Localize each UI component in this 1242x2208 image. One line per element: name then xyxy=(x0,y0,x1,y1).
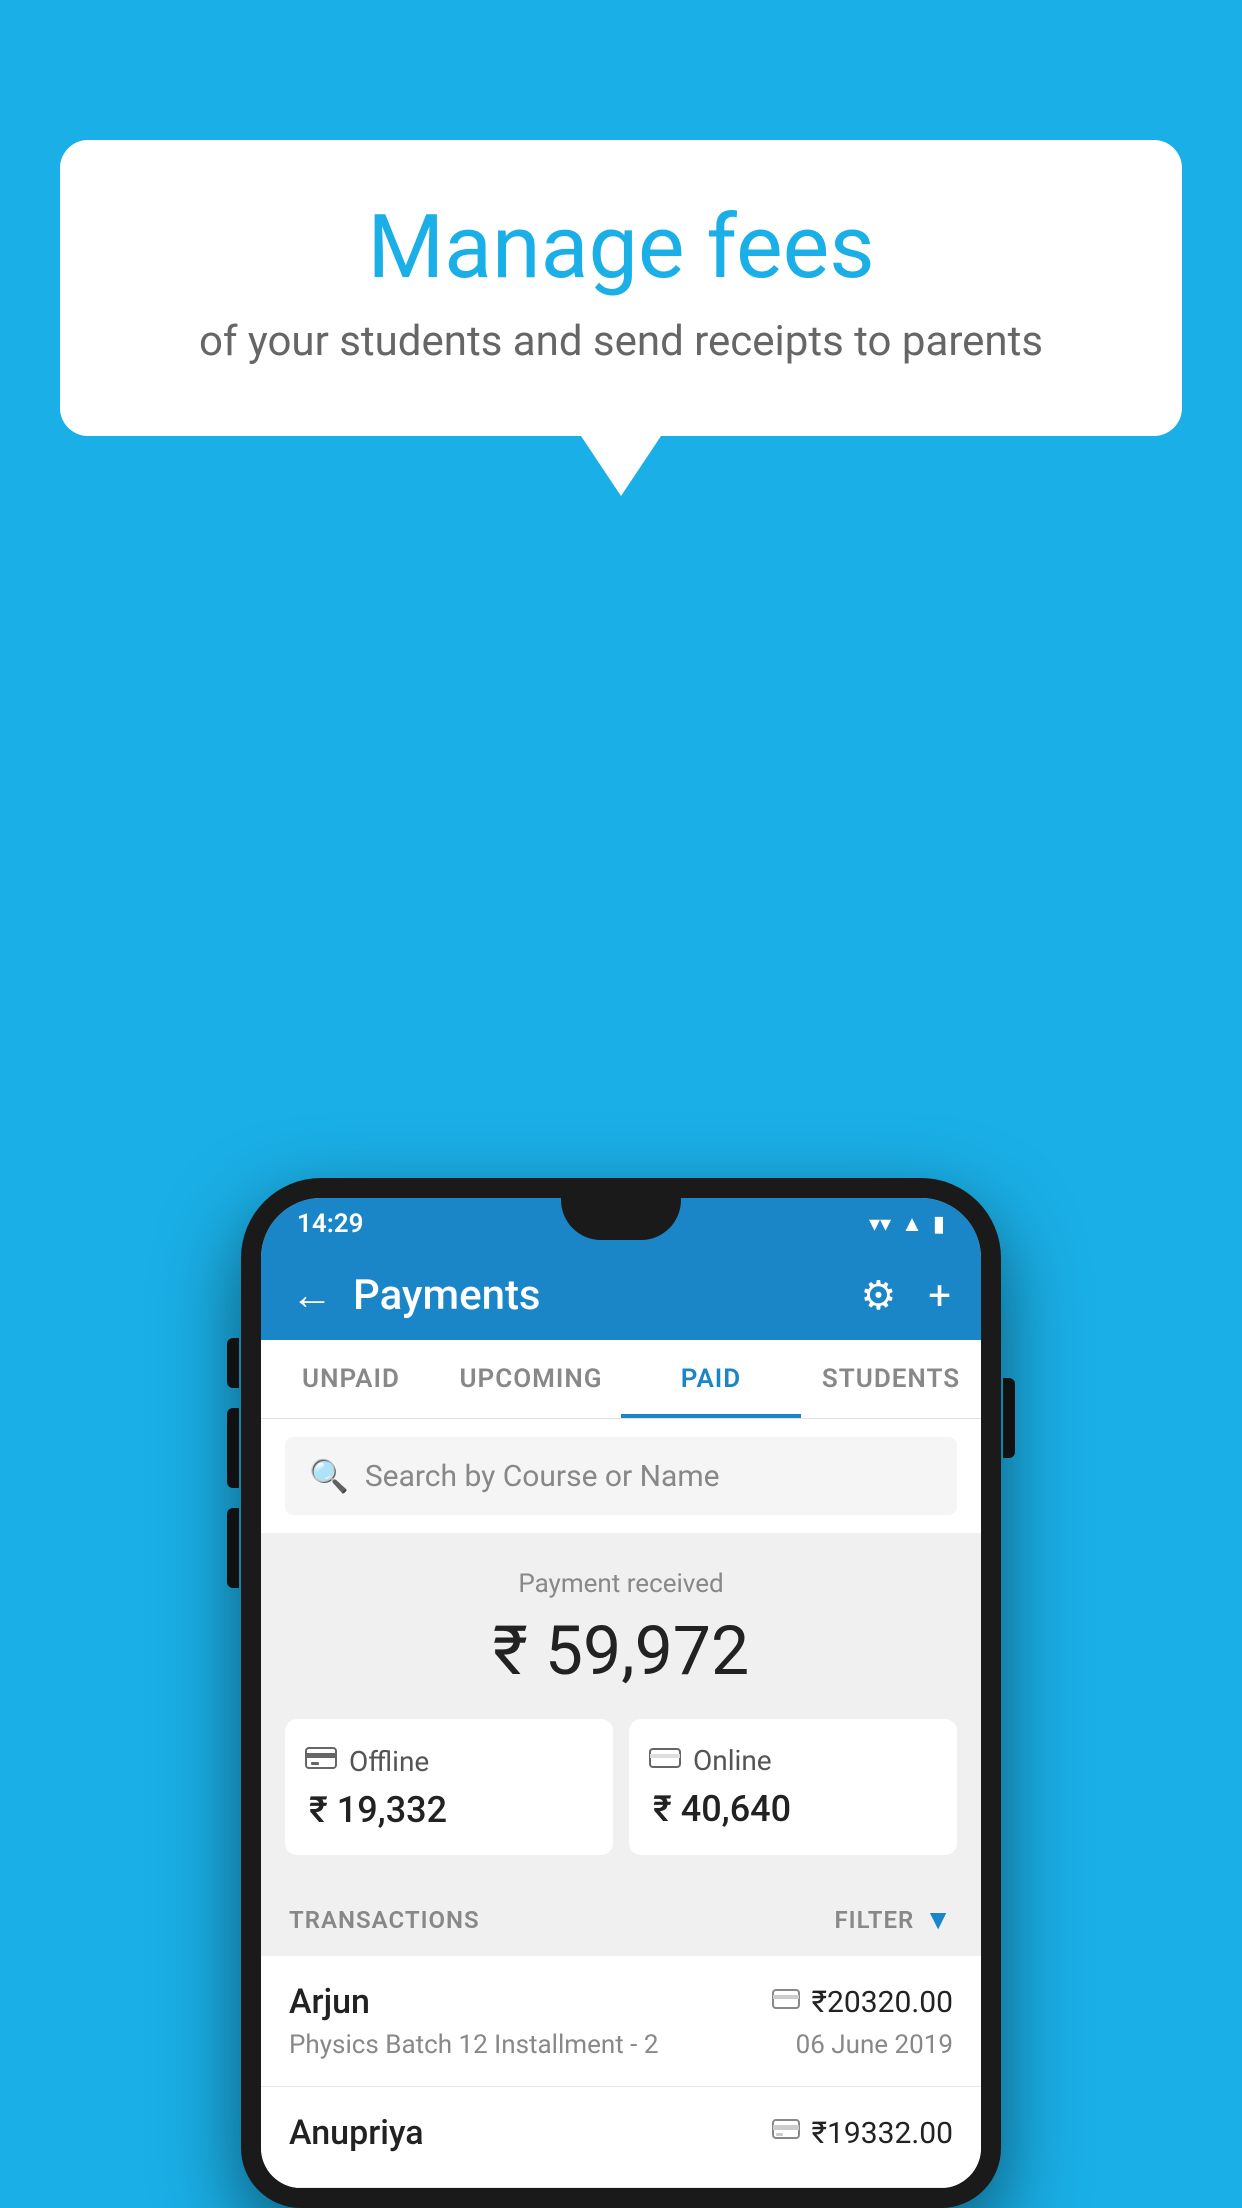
filter-icon: ▼ xyxy=(924,1903,953,1936)
status-time: 14:29 xyxy=(297,1209,364,1239)
phone-outer: 14:29 ▾▾ ▲ ▮ ← Payments ⚙ + xyxy=(241,1178,1001,2208)
signal-icon: ▲ xyxy=(901,1211,923,1237)
settings-icon[interactable]: ⚙ xyxy=(860,1272,896,1319)
search-placeholder: Search by Course or Name xyxy=(365,1459,720,1494)
transaction-amount-wrap-arjun: ₹20320.00 xyxy=(772,1985,953,2020)
speech-bubble-container: Manage fees of your students and send re… xyxy=(60,140,1182,496)
filter-button[interactable]: FILTER ▼ xyxy=(834,1903,953,1936)
transaction-row1-anupriya: Anupriya ₹19332.00 xyxy=(289,2113,953,2153)
transaction-date-arjun: 06 June 2019 xyxy=(796,2030,953,2060)
transaction-course-arjun: Physics Batch 12 Installment - 2 xyxy=(289,2030,658,2060)
offline-icon xyxy=(305,1743,337,1779)
tabs-container: UNPAID UPCOMING PAID STUDENTS xyxy=(261,1340,981,1419)
search-icon: 🔍 xyxy=(309,1457,349,1495)
phone-volume-up-button xyxy=(227,1338,239,1388)
tab-students[interactable]: STUDENTS xyxy=(801,1340,981,1418)
back-button[interactable]: ← xyxy=(291,1271,333,1320)
wifi-icon: ▾▾ xyxy=(869,1212,891,1237)
payment-cards: Offline ₹ 19,332 Online xyxy=(285,1719,957,1855)
speech-bubble-subtitle: of your students and send receipts to pa… xyxy=(140,317,1102,366)
app-bar-title: Payments xyxy=(353,1271,860,1320)
offline-card: Offline ₹ 19,332 xyxy=(285,1719,613,1855)
transaction-item-arjun[interactable]: Arjun ₹20320.00 Physics Batch 12 Install… xyxy=(261,1956,981,2087)
payment-received-section: Payment received ₹ 59,972 xyxy=(261,1533,981,1883)
transaction-row2-arjun: Physics Batch 12 Installment - 2 06 June… xyxy=(289,2030,953,2060)
online-payment-icon-arjun xyxy=(772,1987,800,2017)
online-amount: ₹ 40,640 xyxy=(649,1788,937,1830)
payment-received-label: Payment received xyxy=(285,1569,957,1599)
speech-bubble-title: Manage fees xyxy=(140,200,1102,297)
speech-bubble-arrow xyxy=(581,436,661,496)
transaction-name-arjun: Arjun xyxy=(289,1982,370,2022)
tab-unpaid[interactable]: UNPAID xyxy=(261,1340,441,1418)
offline-card-header: Offline xyxy=(305,1743,593,1779)
speech-bubble: Manage fees of your students and send re… xyxy=(60,140,1182,436)
transaction-amount-anupriya: ₹19332.00 xyxy=(812,2116,953,2151)
tab-paid[interactable]: PAID xyxy=(621,1340,801,1418)
transactions-header: TRANSACTIONS FILTER ▼ xyxy=(261,1883,981,1956)
transaction-row1: Arjun ₹20320.00 xyxy=(289,1982,953,2022)
transactions-label: TRANSACTIONS xyxy=(289,1906,480,1934)
offline-label: Offline xyxy=(349,1745,429,1778)
offline-amount: ₹ 19,332 xyxy=(305,1789,593,1831)
phone-silent-button xyxy=(227,1508,239,1588)
search-input-wrapper[interactable]: 🔍 Search by Course or Name xyxy=(285,1437,957,1515)
transaction-amount-wrap-anupriya: ₹19332.00 xyxy=(772,2116,953,2151)
add-icon[interactable]: + xyxy=(928,1272,951,1319)
online-card-header: Online xyxy=(649,1743,937,1778)
payment-received-amount: ₹ 59,972 xyxy=(285,1611,957,1691)
transaction-amount-arjun: ₹20320.00 xyxy=(812,1985,953,2020)
search-container: 🔍 Search by Course or Name xyxy=(261,1419,981,1533)
tab-upcoming[interactable]: UPCOMING xyxy=(441,1340,621,1418)
phone-wrapper: 14:29 ▾▾ ▲ ▮ ← Payments ⚙ + xyxy=(241,1178,1001,2208)
online-label: Online xyxy=(693,1744,772,1777)
phone-power-button xyxy=(1003,1378,1015,1458)
status-icons: ▾▾ ▲ ▮ xyxy=(869,1211,945,1237)
transaction-name-anupriya: Anupriya xyxy=(289,2113,424,2153)
phone-screen: 14:29 ▾▾ ▲ ▮ ← Payments ⚙ + xyxy=(261,1198,981,2188)
app-bar: ← Payments ⚙ + xyxy=(261,1250,981,1340)
phone-volume-down-button xyxy=(227,1408,239,1488)
online-icon xyxy=(649,1743,681,1778)
transaction-item-anupriya[interactable]: Anupriya ₹19332.00 xyxy=(261,2087,981,2188)
filter-label: FILTER xyxy=(834,1906,914,1934)
online-card: Online ₹ 40,640 xyxy=(629,1719,957,1855)
battery-icon: ▮ xyxy=(933,1212,945,1237)
offline-payment-icon-anupriya xyxy=(772,2118,800,2149)
app-bar-actions: ⚙ + xyxy=(860,1272,951,1319)
